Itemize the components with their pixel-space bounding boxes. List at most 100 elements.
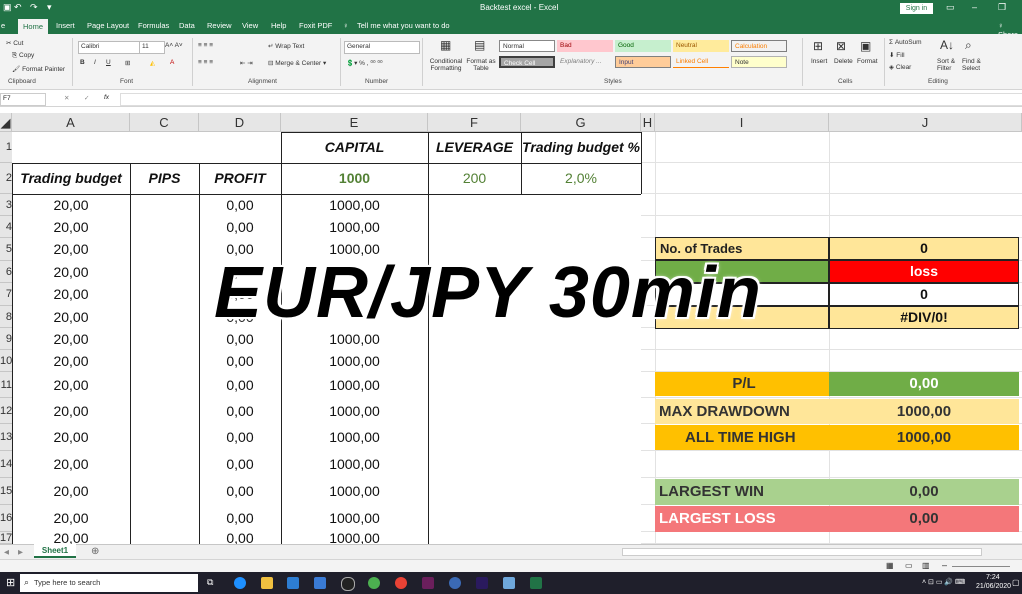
column-header-d[interactable]: D (199, 113, 281, 132)
file-explorer-icon[interactable] (261, 577, 273, 589)
taskbar-search-box[interactable]: ⌕ Type here to search (20, 574, 198, 592)
tab-file[interactable]: e (1, 21, 5, 30)
row-header[interactable]: 15 (0, 478, 12, 505)
sheet-scroll-right-icon[interactable]: ▶ (18, 548, 23, 556)
row-header[interactable]: 7 (0, 283, 12, 306)
style-normal[interactable]: Normal (499, 40, 555, 52)
xd-icon[interactable] (422, 577, 434, 589)
cell-trading-budget[interactable]: 20,00 (12, 238, 130, 261)
undo-icon[interactable]: ↶ (14, 2, 22, 13)
cell-trading-budget[interactable]: 20,00 (12, 194, 130, 216)
cell-leverage-value[interactable]: 200 (428, 163, 521, 194)
cell-trading-budget[interactable]: 20,00 (12, 451, 130, 478)
find-select-button[interactable]: Find & Select (962, 58, 988, 72)
cancel-icon[interactable]: ✕ (64, 94, 69, 102)
delete-cells-button[interactable]: Delete (834, 58, 853, 65)
row-header[interactable]: 17 (0, 532, 12, 544)
page-layout-view-icon[interactable]: ▭ (905, 561, 913, 570)
style-bad[interactable]: Bad (557, 40, 613, 52)
zoom-slider[interactable] (952, 566, 1010, 567)
cell-trading-budget[interactable]: 20,00 (12, 216, 130, 238)
row-header[interactable]: 12 (0, 398, 12, 424)
cell-capital[interactable]: 1000,00 (281, 398, 428, 424)
sheet-tab-sheet1[interactable]: Sheet1 (34, 544, 76, 558)
cell-capital[interactable]: 1000,00 (281, 194, 428, 216)
enter-icon[interactable]: ✓ (84, 94, 89, 102)
cell-profit[interactable]: 0,00 (199, 424, 281, 451)
mail-icon[interactable] (314, 577, 326, 589)
stat-largest-win-value[interactable]: 0,00 (829, 479, 1019, 505)
column-header-h[interactable]: H (641, 113, 655, 132)
column-header-j[interactable]: J (829, 113, 1022, 132)
format-cells-button[interactable]: Format (857, 58, 878, 65)
font-size-select[interactable]: 11 (139, 41, 165, 54)
horizontal-scrollbar[interactable] (622, 548, 982, 556)
style-note[interactable]: Note (731, 56, 787, 68)
tab-foxit-pdf[interactable]: Foxit PDF (299, 21, 332, 30)
style-check-cell[interactable]: Check Cell (499, 56, 555, 68)
row-header[interactable]: 14 (0, 451, 12, 478)
cell-profit[interactable]: 0,00 (199, 451, 281, 478)
cell-profit[interactable]: 0,00 (199, 350, 281, 372)
row-header[interactable]: 9 (0, 328, 12, 350)
cell-trading-budget[interactable]: 20,00 (12, 531, 130, 545)
cell-profit[interactable]: 0,00 (199, 216, 281, 238)
minimize-icon[interactable]: – (972, 2, 977, 12)
cell-trading-budget[interactable]: 20,00 (12, 306, 130, 328)
cell-capital-value[interactable]: 1000 (281, 163, 428, 194)
cell-profit[interactable]: 0,00 (199, 478, 281, 505)
style-input[interactable]: Input (615, 56, 671, 68)
stat-pl-value[interactable]: 0,00 (829, 372, 1019, 396)
cell-budget-pct-value[interactable]: 2,0% (521, 163, 641, 194)
app-blue-icon[interactable] (449, 577, 461, 589)
font-color-icon[interactable]: A (170, 59, 174, 66)
style-neutral[interactable]: Neutral (673, 40, 729, 52)
format-as-table-button[interactable]: Format as Table (466, 58, 496, 72)
formula-input[interactable] (120, 93, 1022, 106)
cell-capital[interactable]: 1000,00 (281, 350, 428, 372)
cell-trading-budget-header[interactable]: Trading budget (12, 163, 130, 194)
stat-largest-loss-value[interactable]: 0,00 (829, 506, 1019, 532)
chrome-icon[interactable] (395, 577, 407, 589)
number-format-select[interactable]: General (344, 41, 420, 54)
tab-view[interactable]: View (242, 21, 258, 30)
cell-profit[interactable]: 0,00 (199, 505, 281, 532)
column-header-f[interactable]: F (428, 113, 521, 132)
align-left-icon[interactable]: ≡ ≡ ≡ (198, 59, 213, 66)
italic-button[interactable]: I (94, 59, 96, 66)
style-linked-cell[interactable]: Linked Cell (673, 56, 729, 68)
find-select-icon[interactable]: ⌕ (965, 38, 972, 53)
indent-icon[interactable]: ⇤ ⇥ (240, 59, 253, 67)
style-calculation[interactable]: Calculation (731, 40, 787, 52)
cell-capital[interactable]: 1000,00 (281, 372, 428, 398)
cell-profit[interactable]: 0,00 (199, 398, 281, 424)
cell-trading-budget[interactable]: 20,00 (12, 261, 130, 283)
format-painter-button[interactable]: 🖌 Format Painter (12, 65, 65, 73)
align-top-icon[interactable]: ≡ ≡ ≡ (198, 42, 213, 49)
customize-quick-access-icon[interactable]: ▾ (47, 2, 52, 13)
cell-profit[interactable]: 0,00 (199, 372, 281, 398)
row-header[interactable]: 3 (0, 194, 12, 216)
tab-help[interactable]: Help (271, 21, 286, 30)
column-header-a[interactable]: A (12, 113, 130, 132)
tab-formulas[interactable]: Formulas (138, 21, 169, 30)
column-header-c[interactable]: C (130, 113, 199, 132)
normal-view-icon[interactable]: ▦ (886, 561, 894, 570)
cell-leverage-header[interactable]: LEVERAGE (428, 132, 521, 163)
tab-review[interactable]: Review (207, 21, 232, 30)
worksheet-grid[interactable]: 1 2 3 4 5 6 7 8 9 10 11 12 13 14 15 16 17 CAPITAL LEVERAGE… (0, 132, 1022, 545)
autosum-button[interactable]: Σ AutoSum (889, 39, 922, 46)
borders-icon[interactable]: ⊞ (125, 59, 130, 67)
row-header[interactable]: 5 (0, 238, 12, 261)
new-sheet-icon[interactable]: ⊕ (91, 546, 99, 557)
clear-button[interactable]: ◈ Clear (889, 63, 911, 71)
column-header-g[interactable]: G (521, 113, 641, 132)
copy-button[interactable]: ⎘ Copy (12, 52, 34, 60)
tab-insert[interactable]: Insert (56, 21, 75, 30)
style-good[interactable]: Good (615, 40, 671, 52)
cut-button[interactable]: ✂ Cut (6, 39, 23, 47)
cell-trading-budget[interactable]: 20,00 (12, 283, 130, 306)
row-header[interactable]: 8 (0, 306, 12, 328)
cell-trading-budget[interactable]: 20,00 (12, 350, 130, 372)
style-explanatory[interactable]: Explanatory ... (557, 56, 613, 68)
